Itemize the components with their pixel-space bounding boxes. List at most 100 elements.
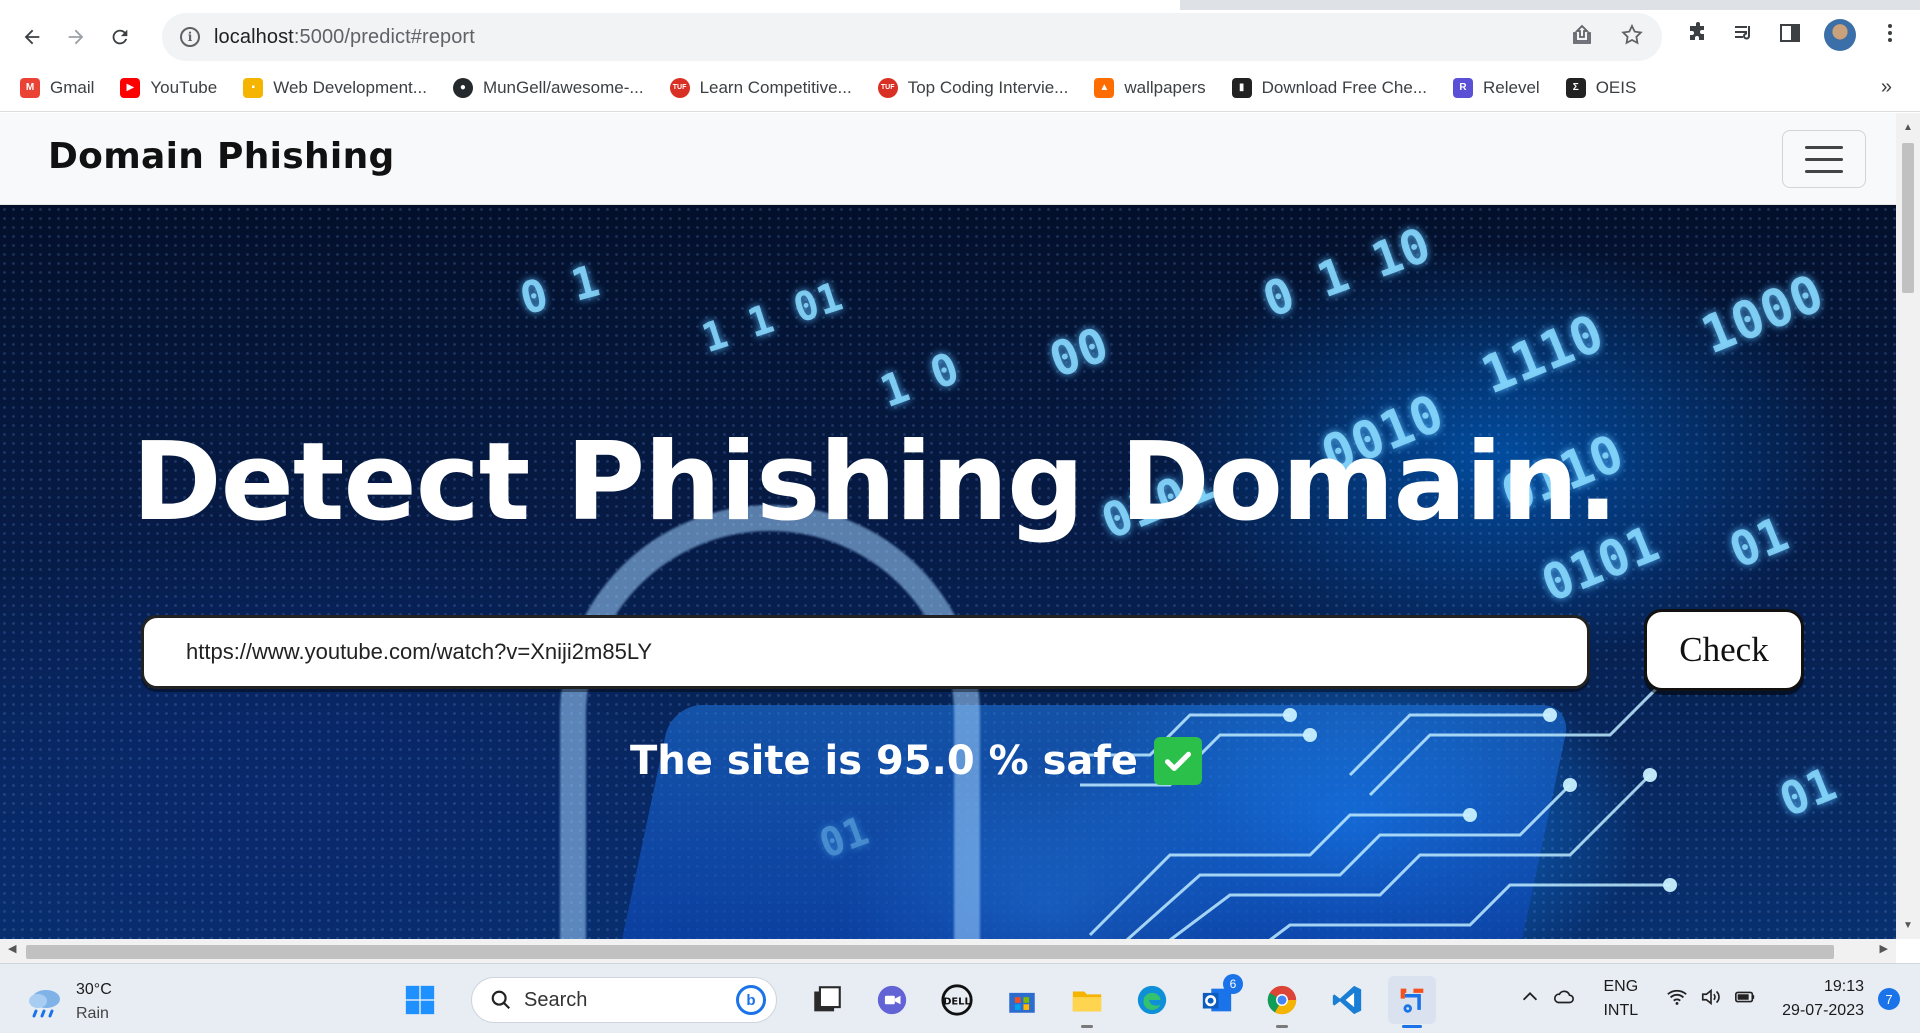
bookmark-item[interactable]: M Gmail: [20, 77, 95, 98]
hamburger-line: [1805, 157, 1843, 161]
scroll-up-icon[interactable]: ▲: [1896, 117, 1920, 137]
bookmark-item[interactable]: R Relevel: [1453, 77, 1540, 98]
rain-cloud-icon: [29, 990, 60, 1018]
hero-title: Detect Phishing Domain.: [132, 420, 1618, 545]
site-info-icon[interactable]: i: [180, 27, 200, 47]
active-tab[interactable]: [0, 0, 1180, 10]
bing-icon[interactable]: b: [736, 985, 766, 1015]
tab-strip: [0, 0, 1920, 10]
weather-widget[interactable]: 30°C Rain: [26, 978, 112, 1026]
taskbar-search[interactable]: Search b: [471, 977, 777, 1023]
wifi-icon[interactable]: [1660, 986, 1694, 1013]
language-indicator[interactable]: ENG INTL: [1603, 975, 1638, 1023]
check-button[interactable]: Check: [1644, 609, 1804, 691]
show-hidden-icons-chevron-icon[interactable]: [1513, 986, 1547, 1013]
bookmark-item[interactable]: Σ OEIS: [1565, 77, 1637, 98]
system-tray: ENG INTL 19:13 29-07-2023 7: [1513, 974, 1900, 1024]
tuf-icon: TUF: [877, 77, 898, 98]
bookmark-label: OEIS: [1595, 77, 1637, 97]
back-icon[interactable]: [14, 19, 50, 55]
microsoft-store-icon[interactable]: [998, 976, 1046, 1024]
clock-date: 29-07-2023: [1782, 1002, 1864, 1019]
vertical-scrollbar[interactable]: ▲ ▼: [1896, 113, 1920, 939]
bookmark-label: MunGell/awesome-...: [482, 77, 644, 97]
running-indicator: [1081, 1025, 1093, 1028]
forward-icon[interactable]: [58, 19, 94, 55]
running-indicator: [1276, 1025, 1288, 1028]
scroll-down-icon[interactable]: ▼: [1896, 915, 1920, 935]
dell-icon[interactable]: DELL: [933, 976, 981, 1024]
brand-logo[interactable]: Domain Phishing: [48, 136, 395, 177]
task-view-icon[interactable]: [803, 976, 851, 1024]
bookmark-label: Learn Competitive...: [699, 77, 852, 97]
page-viewport: Domain Phishing 0 1 1 1 01 1 0 00 0 1 10…: [0, 113, 1896, 939]
system-clock[interactable]: 19:13 29-07-2023: [1782, 975, 1864, 1023]
bookmark-label: Download Free Che...: [1261, 77, 1427, 97]
weather-temperature: 30°C: [76, 981, 112, 998]
bookmark-item[interactable]: ● MunGell/awesome-...: [452, 77, 644, 98]
hamburger-line: [1805, 145, 1843, 149]
extensions-icon[interactable]: [1686, 21, 1710, 50]
scroll-right-icon[interactable]: ▶: [1880, 942, 1888, 955]
weather-condition: Rain: [76, 1005, 109, 1022]
bookmark-item[interactable]: ▶ YouTube: [120, 77, 217, 98]
address-bar[interactable]: i localhost:5000/predict#report: [162, 13, 1662, 61]
snipping-tool-icon[interactable]: [1388, 976, 1436, 1028]
hero-section: 0 1 1 1 01 1 0 00 0 1 10 1110 1000 0010 …: [0, 205, 1896, 939]
result-message: The site is 95.0 % safe: [630, 737, 1202, 785]
book-icon: ▮: [1231, 77, 1252, 98]
vscode-icon[interactable]: [1323, 976, 1371, 1024]
address-url[interactable]: localhost:5000/predict#report: [214, 26, 475, 49]
bookmark-label: Web Development...: [273, 77, 427, 97]
youtube-icon: ▶: [120, 77, 141, 98]
tuf-icon: TUF: [669, 77, 690, 98]
outlook-badge: 6: [1223, 974, 1243, 994]
gmail-icon: M: [20, 77, 40, 98]
url-host: localhost: [214, 25, 294, 48]
bookmark-label: Gmail: [50, 77, 95, 97]
url-path: :5000/predict#report: [293, 25, 475, 48]
search-placeholder: Search: [524, 988, 588, 1011]
edge-icon[interactable]: [1128, 976, 1176, 1024]
bookmark-label: wallpapers: [1124, 77, 1206, 97]
side-panel-icon[interactable]: [1778, 21, 1802, 50]
site-navbar: Domain Phishing: [0, 113, 1896, 205]
bookmark-star-icon[interactable]: [1620, 23, 1644, 52]
bookmark-item[interactable]: TUF Learn Competitive...: [669, 77, 852, 98]
battery-icon[interactable]: [1728, 986, 1762, 1013]
chrome-menu-icon[interactable]: [1878, 21, 1902, 50]
vertical-scroll-thumb[interactable]: [1902, 143, 1914, 293]
relevel-icon: R: [1453, 77, 1473, 98]
horizontal-scroll-thumb[interactable]: [26, 945, 1834, 959]
bookmark-label: Top Coding Intervie...: [907, 77, 1069, 97]
hamburger-line: [1805, 169, 1843, 173]
file-explorer-icon[interactable]: [1063, 976, 1111, 1028]
teams-chat-icon[interactable]: [868, 976, 916, 1024]
active-app-indicator: [1402, 1025, 1422, 1028]
navbar-toggle-button[interactable]: [1782, 130, 1866, 188]
result-text: The site is 95.0 % safe: [630, 738, 1138, 784]
onedrive-icon[interactable]: [1547, 986, 1581, 1013]
volume-icon[interactable]: [1694, 986, 1728, 1013]
media-controls-icon[interactable]: [1732, 21, 1756, 50]
bookmark-item[interactable]: TUF Top Coding Intervie...: [877, 77, 1069, 98]
scroll-left-icon[interactable]: ◀: [8, 942, 16, 955]
bookmark-favicon-icon: ▪: [243, 77, 264, 98]
share-icon[interactable]: [1570, 23, 1594, 52]
outlook-icon[interactable]: 6: [1193, 974, 1243, 1024]
bookmark-item[interactable]: ▲ wallpapers: [1094, 77, 1206, 98]
bookmarks-overflow-icon[interactable]: »: [1881, 76, 1892, 99]
bookmark-item[interactable]: ▪ Web Development...: [243, 77, 427, 98]
flame-icon: ▲: [1094, 77, 1115, 98]
padlock-shackle-graphic: [560, 505, 980, 939]
horizontal-scrollbar[interactable]: ◀ ▶: [0, 939, 1896, 963]
bookmark-item[interactable]: ▮ Download Free Che...: [1231, 77, 1427, 98]
notification-badge[interactable]: 7: [1878, 988, 1900, 1010]
svg-text:DELL: DELL: [943, 996, 971, 1007]
windows-start-icon[interactable]: [396, 976, 444, 1024]
windows-taskbar: 30°C Rain Search b DELL 6 ENG INTL 19:13…: [0, 963, 1920, 1033]
profile-avatar[interactable]: [1824, 19, 1856, 51]
url-input[interactable]: [141, 615, 1590, 689]
reload-icon[interactable]: [102, 19, 138, 55]
chrome-icon[interactable]: [1258, 976, 1306, 1028]
